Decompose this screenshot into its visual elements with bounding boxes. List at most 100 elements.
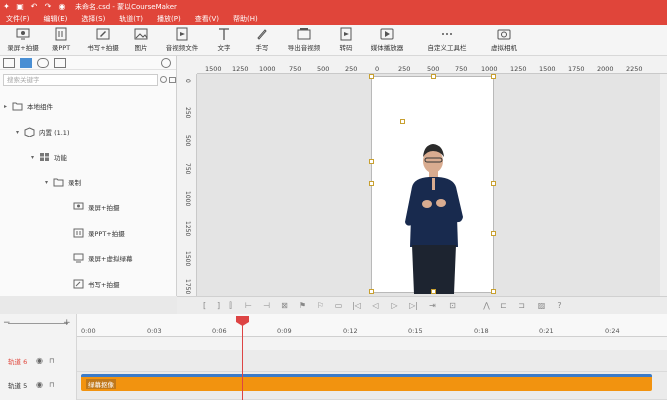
trim-right-icon[interactable]: ⊣ (261, 300, 272, 311)
lock-icon[interactable]: ⊓ (49, 357, 54, 365)
track-header-5[interactable]: 轨道 5 ◉ ⊓ (0, 378, 77, 391)
tool-label: 音视频文件 (165, 44, 199, 52)
transcode-button[interactable]: 转码 (336, 27, 356, 54)
resize-handle-ne[interactable] (491, 74, 496, 79)
menu-edit[interactable]: 编辑(E) (44, 14, 68, 24)
tree-item-local[interactable]: ▸ 本地组件 (4, 100, 53, 112)
crop-handle-right[interactable] (491, 231, 496, 236)
zoom-in-icon[interactable]: + (63, 318, 71, 328)
crop-icon[interactable]: ⊠ (279, 300, 290, 311)
mark-in-icon[interactable]: [ (199, 300, 210, 311)
resize-handle-sw[interactable] (369, 289, 374, 294)
zoom-out-icon[interactable]: − (3, 318, 11, 328)
save-icon[interactable]: ▣ (13, 0, 27, 13)
mark-out-icon[interactable]: ] (213, 300, 224, 311)
skip-start-icon[interactable]: |◁ (351, 300, 362, 311)
link-clip-icon[interactable]: ⊐ (516, 300, 527, 311)
crop-handle-left[interactable] (369, 159, 374, 164)
chevron-right-icon[interactable]: ▸ (4, 103, 12, 110)
step-back-icon[interactable]: ◁ (370, 300, 381, 311)
ruler-label: 750 (289, 65, 302, 73)
playhead-line[interactable] (242, 316, 243, 400)
tree-item-builtin[interactable]: ▾ 内置 (1.1) (16, 126, 69, 138)
flag-icon[interactable]: ⚑ (297, 300, 308, 311)
tree-item-handwrite-record[interactable]: 书写+拍摄 (73, 278, 119, 290)
folder-view-icon[interactable] (20, 57, 32, 68)
handwrite-record-button[interactable]: 书写+拍摄 (84, 27, 122, 54)
zoom-fit-icon[interactable]: ▭ (333, 300, 344, 311)
flag-outline-icon[interactable]: ⚐ (315, 300, 326, 311)
pen-button[interactable]: 手写 (252, 27, 272, 54)
menu-file[interactable]: 文件(F) (6, 14, 30, 24)
custom-toolbar-button[interactable]: 自定义工具栏 (425, 27, 469, 54)
play-icon[interactable]: ▷ (389, 300, 400, 311)
undo-icon[interactable]: ↶ (27, 0, 41, 13)
tool-label: 录PPT (51, 44, 71, 52)
vertical-scrollbar[interactable] (660, 74, 667, 296)
record-icon[interactable]: ◉ (55, 0, 69, 13)
eye-icon[interactable]: ◉ (36, 380, 43, 389)
media-file-button[interactable]: 音视频文件 (163, 27, 201, 54)
search-icon[interactable] (160, 76, 167, 83)
chevron-down-icon[interactable]: ▾ (31, 154, 39, 161)
track-name: 轨道 6 (8, 357, 28, 366)
track-header-6[interactable]: 轨道 6 ◉ ⊓ (0, 354, 77, 367)
resize-handle-s[interactable] (431, 289, 436, 294)
canvas-area[interactable]: 1500 1250 1000 750 500 250 0 250 500 750… (177, 56, 667, 296)
tree-item-screen-record[interactable]: 录屏+拍摄 (73, 201, 119, 213)
image-icon[interactable]: ▨ (536, 300, 547, 311)
loop-icon[interactable]: ⊡ (447, 300, 458, 311)
media-player-button[interactable]: 媒体播放器 (368, 27, 406, 54)
resize-handle-e[interactable] (491, 181, 496, 186)
resize-handle-nw[interactable] (369, 74, 374, 79)
step-forward-icon[interactable]: ▷| (408, 300, 419, 311)
screen-record-button[interactable]: 录屏+拍摄 (4, 27, 42, 54)
video-stage[interactable] (369, 74, 496, 294)
help-icon[interactable]: ? (554, 300, 565, 311)
resize-handle-se[interactable] (491, 289, 496, 294)
tool-label: 文字 (217, 44, 231, 52)
time-ruler[interactable]: 0:00 0:03 0:06 0:09 0:12 0:15 0:18 0:21 … (77, 314, 667, 337)
tree-item-ppt-record[interactable]: 录PPT+拍摄 (73, 227, 125, 239)
split-icon[interactable]: ⫿ (225, 300, 236, 311)
help-icon[interactable] (161, 57, 171, 68)
image-button[interactable]: 图片 (130, 27, 152, 54)
fade-icon[interactable]: ⊏ (498, 300, 509, 311)
search-input[interactable]: 搜索关键字 (3, 74, 158, 86)
lock-icon[interactable]: ⊓ (49, 381, 54, 389)
ruler-label: 1250 (510, 65, 527, 73)
resize-handle-n[interactable] (431, 74, 436, 79)
menu-track[interactable]: 轨道(T) (119, 14, 143, 24)
tree-item-record[interactable]: ▾ 录制 (45, 176, 81, 188)
anchor-handle[interactable] (400, 119, 405, 124)
menu-help[interactable]: 帮助(H) (233, 14, 258, 24)
skip-end-icon[interactable]: ⇥ (427, 300, 438, 311)
eye-icon[interactable]: ◉ (36, 356, 43, 365)
ppt-record-button[interactable]: 录PPT (47, 27, 75, 54)
layers-icon[interactable] (54, 57, 66, 68)
grid-view-icon[interactable] (3, 57, 15, 68)
virtual-camera-button[interactable]: 虚拟相机 (489, 27, 519, 54)
database-icon[interactable] (37, 57, 49, 68)
resize-handle-w[interactable] (369, 181, 374, 186)
export-button[interactable]: 导出音视频 (285, 27, 323, 54)
ruler-label: 2000 (597, 65, 614, 73)
track-lane-6[interactable] (77, 350, 667, 372)
text-button[interactable]: 文字 (214, 27, 234, 54)
trim-left-icon[interactable]: ⊢ (243, 300, 254, 311)
redo-icon[interactable]: ↷ (41, 0, 55, 13)
menu-play[interactable]: 播放(P) (157, 14, 181, 24)
folder-add-icon[interactable] (169, 77, 176, 83)
menu-select[interactable]: 选择(S) (81, 14, 105, 24)
zoom-slider[interactable] (8, 323, 68, 324)
tree-item-features[interactable]: ▾ 功能 (31, 151, 67, 163)
panel-toolbar (0, 56, 176, 70)
timeline-clip[interactable]: 绿幕抠像 (81, 374, 652, 391)
menu-view[interactable]: 查看(V) (195, 14, 219, 24)
chevron-down-icon[interactable]: ▾ (45, 179, 53, 186)
tree-item-greenscreen[interactable]: 录屏+虚拟绿幕 (73, 252, 132, 264)
tree-label: 录屏+拍摄 (88, 204, 120, 212)
audio-edit-icon[interactable]: ⋀ (481, 300, 492, 311)
presenter-video[interactable] (372, 77, 495, 294)
chevron-down-icon[interactable]: ▾ (16, 129, 24, 136)
